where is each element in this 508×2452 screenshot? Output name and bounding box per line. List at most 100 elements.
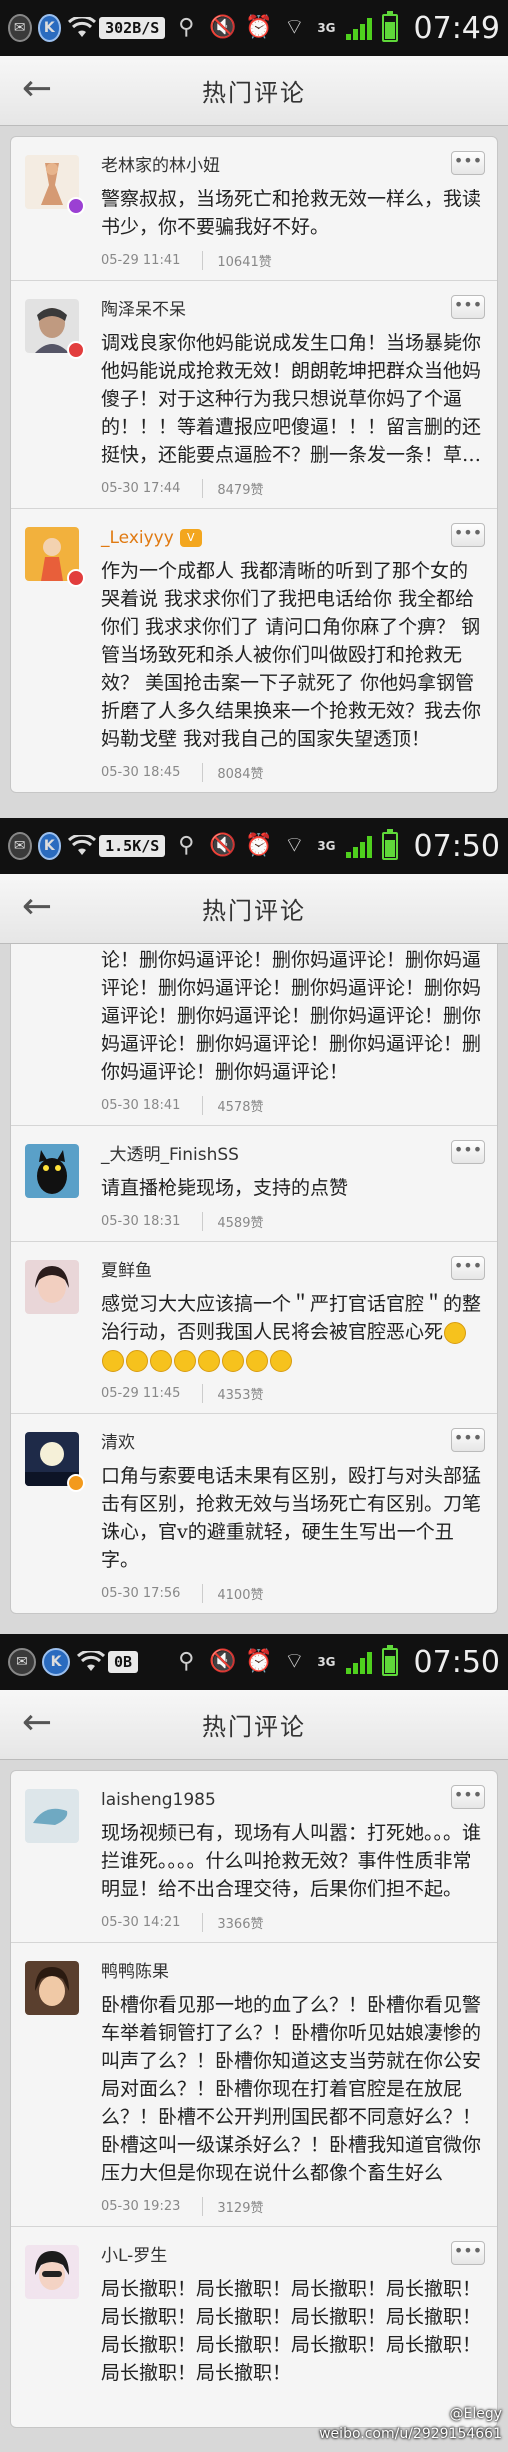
comment-text: 调戏良家你他妈能说成发生口角！当场暴毙你他妈能说成抢救无效！朗朗乾坤把群众当他妈… bbox=[101, 332, 482, 466]
like-count[interactable]: 4100赞 bbox=[202, 1584, 263, 1603]
comment-item[interactable]: 陶泽呆不呆 ••• 调戏良家你他妈能说成发生口角！当场暴毙你他妈能说成抢救无效！… bbox=[11, 281, 497, 509]
sick-face-emoji-icon bbox=[174, 1350, 196, 1372]
comment-date: 05-29 11:41 bbox=[101, 253, 181, 268]
clock: 07:49 bbox=[413, 10, 500, 46]
comment-item[interactable]: 小L-罗生 ••• 局长撤职！局长撤职！局长撤职！局长撤职！局长撤职！局长撤职！… bbox=[11, 2227, 497, 2427]
more-options-button[interactable]: ••• bbox=[451, 1785, 485, 1809]
username[interactable]: 小L-罗生 bbox=[101, 2241, 485, 2271]
like-count[interactable]: 4353赞 bbox=[202, 1384, 263, 1403]
screen-2: ✉ K 1.5K/S ⚲ 🔇 ⏰ ⌔ 3G 07:50 ← 热门评论 论！删你妈… bbox=[0, 818, 508, 1634]
username[interactable]: 清欢 bbox=[101, 1428, 485, 1458]
more-options-button[interactable]: ••• bbox=[451, 1256, 485, 1280]
comment-text: 卧槽你看见那一地的血了么？！卧槽你看见警车举着铜管打了么？！卧槽你听见姑娘凄惨的… bbox=[101, 1994, 482, 2184]
clock: 07:50 bbox=[413, 828, 500, 864]
more-options-button[interactable]: ••• bbox=[451, 523, 485, 547]
comment-item[interactable]: _Lexiyyy V ••• 作为一个成都人 我都清晰的听到了那个女的哭着说 我求… bbox=[11, 509, 497, 792]
more-options-button[interactable]: ••• bbox=[451, 1140, 485, 1164]
like-count[interactable]: 3366赞 bbox=[202, 1913, 263, 1932]
watermark: @Elegy weibo.com/u/2929154661 bbox=[319, 2404, 502, 2444]
battery-icon bbox=[381, 11, 398, 42]
watermark-handle: @Elegy bbox=[449, 2406, 502, 2422]
like-count[interactable]: 8479赞 bbox=[202, 479, 263, 498]
username[interactable]: laisheng1985 bbox=[101, 1785, 485, 1815]
more-options-button[interactable]: ••• bbox=[451, 2241, 485, 2265]
like-count[interactable]: 8084赞 bbox=[202, 763, 263, 782]
sick-face-emoji-icon bbox=[126, 1350, 148, 1372]
verified-badge-icon bbox=[67, 197, 85, 215]
network-speed: 1.5K/S bbox=[99, 835, 166, 857]
k-app-icon: K bbox=[37, 14, 62, 42]
network-type: 3G bbox=[317, 21, 336, 35]
username[interactable]: 老林家的林小妞 bbox=[101, 151, 485, 181]
username[interactable]: 夏鲜鱼 bbox=[101, 1256, 485, 1286]
comment-text: 口角与索要电话未果有区别，殴打与对头部猛击有区别，抢救无效与当场死亡有区别。刀笔… bbox=[101, 1465, 482, 1571]
more-options-button[interactable]: ••• bbox=[451, 151, 485, 175]
comment-list: laisheng1985 ••• 现场视频已有，现场有人叫嚣：打死她。。。谁拦谁… bbox=[10, 1770, 498, 2428]
comment-list: 老林家的林小妞 ••• 警察叔叔，当场死亡和抢救无效一样么，我读书少，你不要骗我… bbox=[10, 136, 498, 793]
status-bar: ✉ K 302B/S ⚲ 🔇 ⏰ ⌔ 3G 07:49 bbox=[0, 0, 508, 56]
more-options-button[interactable]: ••• bbox=[451, 1428, 485, 1452]
signal-icon bbox=[345, 834, 372, 858]
like-count[interactable]: 4578赞 bbox=[202, 1096, 263, 1115]
comment-text: 请直播枪毙现场，支持的点赞 bbox=[101, 1177, 349, 1199]
avatar[interactable] bbox=[25, 1260, 79, 1314]
sick-face-emoji-icon bbox=[222, 1350, 244, 1372]
sick-face-emoji-icon bbox=[444, 1322, 467, 1344]
comment-date: 05-30 17:56 bbox=[101, 1586, 181, 1601]
avatar[interactable] bbox=[25, 2245, 79, 2299]
usb-icon: ⚲ bbox=[178, 833, 195, 858]
comment-date: 05-30 17:44 bbox=[101, 481, 181, 496]
comment-text: 作为一个成都人 我都清晰的听到了那个女的哭着说 我求求你们了我把电话给你 我全都… bbox=[101, 560, 482, 750]
username[interactable]: 陶泽呆不呆 bbox=[101, 295, 485, 325]
username-text: _Lexiyyy bbox=[101, 528, 174, 548]
username[interactable]: _大透明_FinishSS bbox=[101, 1140, 485, 1170]
status-bar: ✉ K 0B ⚲ 🔇 ⏰ ⌔ 3G 07:50 bbox=[0, 1634, 508, 1690]
battery-icon bbox=[381, 829, 398, 860]
back-arrow-icon[interactable]: ← bbox=[22, 1705, 62, 1742]
usb-icon: ⚲ bbox=[178, 1649, 195, 1674]
notification-icon: ✉ bbox=[8, 14, 32, 42]
signal-icon bbox=[345, 1650, 372, 1674]
page-title: 热门评论 bbox=[202, 1713, 306, 1741]
sick-face-emoji-icon bbox=[198, 1350, 220, 1372]
avatar[interactable] bbox=[25, 1961, 79, 2015]
username[interactable]: _Lexiyyy V bbox=[101, 523, 485, 553]
comment-item[interactable]: 清欢 ••• 口角与索要电话未果有区别，殴打与对头部猛击有区别，抢救无效与当场死… bbox=[11, 1414, 497, 1613]
like-count[interactable]: 3129赞 bbox=[202, 2197, 263, 2216]
screen-1: ✉ K 302B/S ⚲ 🔇 ⏰ ⌔ 3G 07:49 ← 热门评论 老林家的林… bbox=[0, 0, 508, 818]
page-title: 热门评论 bbox=[202, 79, 306, 107]
notification-icon: ✉ bbox=[8, 832, 32, 860]
comment-item[interactable]: _大透明_FinishSS ••• 请直播枪毙现场，支持的点赞 05-30 18… bbox=[11, 1126, 497, 1242]
comment-item[interactable]: laisheng1985 ••• 现场视频已有，现场有人叫嚣：打死她。。。谁拦谁… bbox=[11, 1771, 497, 1943]
like-count[interactable]: 4589赞 bbox=[202, 1212, 263, 1231]
comment-date: 05-30 14:21 bbox=[101, 1915, 181, 1930]
comment-item[interactable]: 老林家的林小妞 ••• 警察叔叔，当场死亡和抢救无效一样么，我读书少，你不要骗我… bbox=[11, 137, 497, 281]
usb-icon: ⚲ bbox=[178, 15, 195, 40]
notification-icon: ✉ bbox=[8, 1648, 36, 1676]
signal-icon bbox=[345, 16, 372, 40]
verified-badge-icon bbox=[67, 569, 85, 587]
alarm-icon: ⏰ bbox=[245, 15, 273, 40]
sick-face-emoji-icon bbox=[102, 1350, 124, 1372]
avatar[interactable] bbox=[25, 1789, 79, 1843]
back-arrow-icon[interactable]: ← bbox=[22, 889, 62, 926]
status-bar: ✉ K 1.5K/S ⚲ 🔇 ⏰ ⌔ 3G 07:50 bbox=[0, 818, 508, 874]
back-arrow-icon[interactable]: ← bbox=[22, 71, 62, 108]
top-header: ← 热门评论 bbox=[0, 874, 508, 944]
network-type: 3G bbox=[317, 839, 336, 853]
comment-item[interactable]: 夏鲜鱼 ••• 感觉习大大应该搞一个＂严打官话官腔＂的整治行动，否则我国人民将会… bbox=[11, 1242, 497, 1414]
network-speed: 302B/S bbox=[99, 17, 166, 39]
more-options-button[interactable]: ••• bbox=[451, 295, 485, 319]
username[interactable]: 鸭鸭陈果 bbox=[101, 1957, 485, 1987]
like-count[interactable]: 10641赞 bbox=[202, 251, 272, 270]
comment-item[interactable]: 论！删你妈逼评论！删你妈逼评论！删你妈逼评论！删你妈逼评论！删你妈逼评论！删你妈… bbox=[11, 944, 497, 1126]
comment-text: 现场视频已有，现场有人叫嚣：打死她。。。谁拦谁死。。。。什么叫抢救无效？事件性质… bbox=[101, 1822, 482, 1900]
avatar[interactable] bbox=[25, 1144, 79, 1198]
comment-item[interactable]: 鸭鸭陈果 卧槽你看见那一地的血了么？！卧槽你看见警车举着铜管打了么？！卧槽你听见… bbox=[11, 1943, 497, 2227]
wifi-hotspot-icon: ⌔ bbox=[283, 15, 305, 40]
screen-3: ✉ K 0B ⚲ 🔇 ⏰ ⌔ 3G 07:50 ← 热门评论 laisheng1… bbox=[0, 1634, 508, 2452]
k-app-icon: K bbox=[42, 1648, 70, 1676]
comment-text: 论！删你妈逼评论！删你妈逼评论！删你妈逼评论！删你妈逼评论！删你妈逼评论！删你妈… bbox=[101, 949, 482, 1083]
comment-date: 05-30 18:41 bbox=[101, 1098, 181, 1113]
comment-text: 感觉习大大应该搞一个＂严打官话官腔＂的整治行动，否则我国人民将会被官腔恶心死 bbox=[101, 1290, 485, 1374]
